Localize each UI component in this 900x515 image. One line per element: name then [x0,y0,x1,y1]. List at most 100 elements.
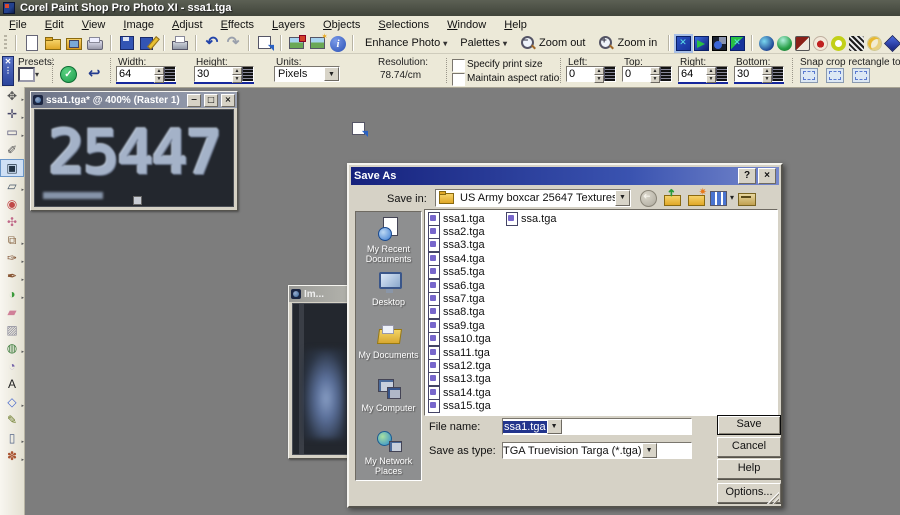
crop-tool[interactable]: ▣ [0,159,24,177]
image-window-ssa1[interactable]: ssa1.tga* @ 400% (Raster 1) − □ × 25447 [30,91,238,211]
chevron-down-icon[interactable]: ▼ [547,419,562,434]
help-button[interactable]: Help [717,459,781,479]
straighten-tool[interactable]: ▱▸ [0,177,24,195]
close-icon[interactable]: ✕ [3,57,13,66]
text-tool[interactable]: A [0,375,24,393]
picture-tube-tool[interactable]: ◍▸ [0,339,24,357]
clone-tool[interactable]: ⧉▸ [0,231,24,249]
menu-help[interactable]: Help [495,17,536,33]
info-icon[interactable]: i [330,36,346,52]
print-icon[interactable] [171,34,189,52]
bottom-input[interactable] [735,67,762,81]
desk-icon[interactable] [738,189,756,207]
chevron-down-icon[interactable]: ▼ [642,443,657,458]
paint-brush-tool[interactable]: ✑▸ [0,249,24,267]
resize-icon[interactable] [256,34,274,52]
effect-swirl-icon[interactable] [813,36,828,51]
menu-selections[interactable]: Selections [369,17,438,33]
left-input[interactable] [567,67,594,81]
zoom-in-button[interactable]: +Zoom in [593,34,662,52]
print-size-icon[interactable] [350,120,368,138]
snap-layer-icon[interactable] [826,68,844,83]
save-as-type-select[interactable]: TGA Truevision Targa (*.tga) ▼ [502,442,692,459]
top-input[interactable] [623,67,650,81]
effect-ring-icon[interactable] [831,36,846,51]
image-canvas[interactable]: 25447 [34,109,234,207]
slider-menu-icon[interactable] [242,67,253,81]
presets-button[interactable]: ▾ [18,66,44,83]
maximize-icon[interactable]: □ [204,94,218,107]
menu-window[interactable]: Window [438,17,495,33]
file-item[interactable]: ssa9.tga [428,319,506,332]
width-input[interactable] [117,67,154,81]
left-field[interactable]: ▲▼ [566,66,616,82]
art-media-tool[interactable]: ✽▸ [0,447,24,465]
place-desktop[interactable]: Desktop [356,265,421,318]
preview-circle-icon[interactable] [712,36,727,51]
photo-fix-icon[interactable] [309,34,327,52]
file-item[interactable]: ssa15.tga [428,399,506,412]
file-item[interactable]: ssa1.tga [428,212,506,225]
menu-view[interactable]: View [73,17,115,33]
file-item[interactable]: ssa10.tga [428,333,506,346]
chevron-down-icon[interactable]: ▼ [324,67,339,81]
help-icon[interactable]: ? [738,168,756,184]
crop-handle[interactable] [133,196,142,205]
file-item[interactable]: ssa4.tga [428,252,506,265]
spinner-buttons[interactable]: ▲▼ [232,67,242,81]
preview-split-icon[interactable] [730,36,745,51]
right-input[interactable] [679,67,706,81]
preview-triangle-icon[interactable] [694,36,709,51]
file-item[interactable]: ssa2.tga [428,225,506,238]
slider-menu-icon[interactable] [164,67,175,81]
up-one-level-icon[interactable] [664,189,682,207]
save-icon[interactable] [118,34,136,52]
warp-brush-tool[interactable]: ◔ [0,357,24,375]
minimize-icon[interactable]: − [187,94,201,107]
height-input[interactable] [195,67,232,81]
save-in-select[interactable]: US Army boxcar 25647 Textures ▼ [435,189,631,207]
bottom-field[interactable]: ▲▼ [734,66,784,82]
effect-globe-icon[interactable] [777,36,792,51]
image-window-title-bar[interactable]: ssa1.tga* @ 400% (Raster 1) − □ × [31,92,237,108]
save-as-icon[interactable] [139,34,157,52]
effect-photo-icon[interactable] [795,36,810,51]
effect-sphere-icon[interactable] [759,36,774,51]
snap-selection-icon[interactable] [852,68,870,83]
file-item[interactable]: ssa6.tga [428,279,506,292]
eraser-tool[interactable]: ▰ [0,303,24,321]
move-tool[interactable]: ✛▸ [0,105,24,123]
preset-shape-tool[interactable]: ◇▸ [0,393,24,411]
object-selector-tool[interactable]: ▯▸ [0,429,24,447]
width-field[interactable]: ▲▼ [116,66,176,82]
dialog-title-bar[interactable]: Save As ? × [351,167,779,185]
pan-tool[interactable]: ✥▸ [0,87,24,105]
color-changer-tool[interactable]: ◑▸ [0,285,24,303]
file-item[interactable]: ssa5.tga [428,266,506,279]
menu-effects[interactable]: Effects [212,17,263,33]
right-field[interactable]: ▲▼ [678,66,728,82]
height-field[interactable]: ▲▼ [194,66,254,82]
palettes-button[interactable]: Palettes▾ [455,36,512,50]
menu-layers[interactable]: Layers [263,17,314,33]
undo-icon[interactable]: ↶ [203,34,221,52]
save-button[interactable]: Save [717,415,781,435]
airbrush-tool[interactable]: ✒▸ [0,267,24,285]
new-file-icon[interactable] [23,34,41,52]
chevron-down-icon[interactable]: ▼ [615,190,630,206]
resize-grip[interactable] [767,492,779,504]
file-item[interactable]: ssa3.tga [428,239,506,252]
spinner-buttons[interactable]: ▲▼ [154,67,164,81]
place-my-documents[interactable]: My Documents [356,318,421,371]
place-my-computer[interactable]: My Computer [356,371,421,424]
preview-selected-icon[interactable] [676,36,691,51]
effect-diamond-icon[interactable] [884,35,900,52]
new-folder-icon[interactable] [688,189,706,207]
snap-full-icon[interactable] [800,68,818,83]
file-name-input[interactable]: ssa1.tga ▼ [502,418,692,435]
zoom-out-button[interactable]: −Zoom out [515,34,590,52]
photo-stack-icon[interactable] [288,34,306,52]
file-item[interactable]: ssa8.tga [428,306,506,319]
top-field[interactable]: ▲▼ [622,66,672,82]
browse-icon[interactable] [65,34,83,52]
